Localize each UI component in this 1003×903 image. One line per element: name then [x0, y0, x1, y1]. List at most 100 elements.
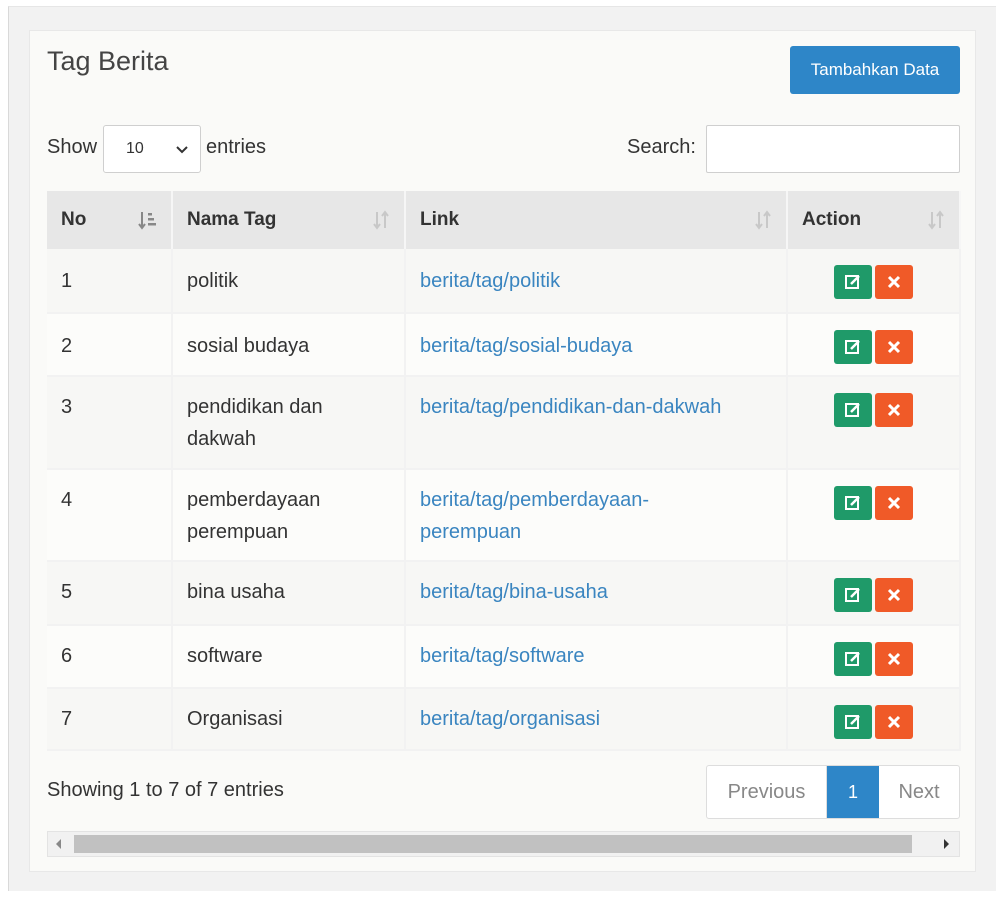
- tag-link[interactable]: berita/tag/bina-usaha: [420, 576, 772, 608]
- show-label: Show: [47, 136, 98, 158]
- cell-link: berita/tag/software: [405, 625, 788, 689]
- tag-link[interactable]: berita/tag/sosial-budaya: [420, 330, 772, 362]
- close-icon: [887, 652, 901, 666]
- cell-nama-tag: sosial budaya: [172, 313, 406, 377]
- column-label: Action: [802, 209, 862, 230]
- tag-link[interactable]: berita/tag/politik: [420, 265, 772, 297]
- table-row: 7 Organisasi berita/tag/organisasi: [47, 688, 961, 751]
- cell-nama-tag: politik: [172, 249, 406, 314]
- scroll-left-icon[interactable]: [54, 838, 62, 850]
- next-page-button[interactable]: Next: [879, 766, 959, 818]
- sort-ascending-icon: [138, 212, 156, 230]
- cell-no: 5: [47, 561, 173, 626]
- cell-text: pendidikan dan dakwah: [187, 396, 323, 450]
- cell-no: 6: [47, 625, 173, 689]
- delete-button[interactable]: [875, 578, 913, 612]
- edit-button[interactable]: [834, 578, 872, 612]
- cell-action: [787, 469, 961, 562]
- table-row: 1 politik berita/tag/politik: [47, 249, 961, 314]
- delete-button[interactable]: [875, 705, 913, 739]
- cell-link: berita/tag/pemberdayaan-perempuan: [405, 469, 788, 562]
- edit-button[interactable]: [834, 705, 872, 739]
- edit-icon: [845, 652, 860, 666]
- cell-text: sosial budaya: [187, 335, 310, 357]
- scrollbar-thumb[interactable]: [74, 835, 912, 853]
- delete-button[interactable]: [875, 330, 913, 364]
- scroll-right-icon[interactable]: [943, 838, 951, 850]
- cell-no: 4: [47, 469, 173, 562]
- close-icon: [887, 588, 901, 602]
- cell-action: [787, 249, 961, 314]
- cell-nama-tag: pemberdayaan perempuan: [172, 469, 406, 562]
- column-header-no[interactable]: No: [47, 191, 173, 249]
- edit-icon: [845, 496, 860, 510]
- previous-page-button[interactable]: Previous: [707, 766, 827, 818]
- close-icon: [887, 340, 901, 354]
- cell-no: 3: [47, 376, 173, 470]
- column-label: No: [61, 209, 87, 230]
- table-row: 4 pemberdayaan perempuan berita/tag/pemb…: [47, 469, 961, 562]
- page-1-button[interactable]: 1: [827, 766, 879, 818]
- edit-button[interactable]: [834, 393, 872, 427]
- cell-link: berita/tag/sosial-budaya: [405, 313, 788, 377]
- close-icon: [887, 275, 901, 289]
- delete-button[interactable]: [875, 486, 913, 520]
- delete-button[interactable]: [875, 265, 913, 299]
- cell-text: 1: [61, 270, 73, 292]
- cell-no: 2: [47, 313, 173, 377]
- edit-button[interactable]: [834, 265, 872, 299]
- search-label: Search:: [627, 136, 696, 158]
- cell-action: [787, 688, 961, 751]
- table-row: 6 software berita/tag/software: [47, 625, 961, 689]
- cell-nama-tag: software: [172, 625, 406, 689]
- entries-label: entries: [206, 136, 267, 158]
- edit-icon: [845, 340, 860, 354]
- cell-text: 3: [61, 396, 73, 418]
- cell-text: bina usaha: [187, 581, 285, 603]
- page-title: Tag Berita: [47, 46, 169, 76]
- column-label: Nama Tag: [187, 209, 277, 230]
- table-info: Showing 1 to 7 of 7 entries: [47, 779, 284, 801]
- entries-length-value: 10: [126, 140, 144, 157]
- delete-button[interactable]: [875, 642, 913, 676]
- cell-action: [787, 625, 961, 689]
- column-header-nama-tag[interactable]: Nama Tag: [172, 191, 406, 249]
- cell-text: software: [187, 645, 263, 667]
- column-header-action[interactable]: Action: [787, 191, 961, 249]
- cell-no: 7: [47, 688, 173, 751]
- edit-icon: [845, 588, 860, 602]
- cell-action: [787, 376, 961, 470]
- sort-icon: [755, 210, 771, 230]
- search-input[interactable]: [706, 125, 960, 173]
- table-row: 3 pendidikan dan dakwah berita/tag/pendi…: [47, 376, 961, 470]
- sort-icon: [928, 210, 944, 230]
- cell-no: 1: [47, 249, 173, 314]
- edit-button[interactable]: [834, 486, 872, 520]
- edit-button[interactable]: [834, 330, 872, 364]
- cell-link: berita/tag/pendidikan-dan-dakwah: [405, 376, 788, 470]
- tag-link[interactable]: berita/tag/pendidikan-dan-dakwah: [420, 391, 772, 423]
- horizontal-scrollbar[interactable]: [47, 831, 960, 857]
- close-icon: [887, 403, 901, 417]
- column-header-link[interactable]: Link: [405, 191, 788, 249]
- tag-link[interactable]: berita/tag/software: [420, 640, 772, 672]
- table-row: 2 sosial budaya berita/tag/sosial-budaya: [47, 313, 961, 377]
- cell-text: 5: [61, 581, 73, 603]
- tags-table: No Nama Tag Link Action 1 politik berita…: [47, 191, 961, 751]
- edit-button[interactable]: [834, 642, 872, 676]
- edit-icon: [845, 403, 860, 417]
- cell-nama-tag: pendidikan dan dakwah: [172, 376, 406, 470]
- delete-button[interactable]: [875, 393, 913, 427]
- edit-icon: [845, 715, 860, 729]
- entries-length-select[interactable]: 10: [103, 125, 201, 173]
- cell-text: 4: [61, 489, 73, 511]
- edit-icon: [845, 275, 860, 289]
- cell-link: berita/tag/organisasi: [405, 688, 788, 751]
- add-data-button[interactable]: Tambahkan Data: [790, 46, 960, 94]
- tag-link[interactable]: berita/tag/organisasi: [420, 703, 772, 735]
- chevron-down-icon: [176, 146, 188, 154]
- tag-link[interactable]: berita/tag/pemberdayaan-perempuan: [420, 484, 670, 548]
- cell-action: [787, 313, 961, 377]
- cell-link: berita/tag/politik: [405, 249, 788, 314]
- table-row: 5 bina usaha berita/tag/bina-usaha: [47, 561, 961, 626]
